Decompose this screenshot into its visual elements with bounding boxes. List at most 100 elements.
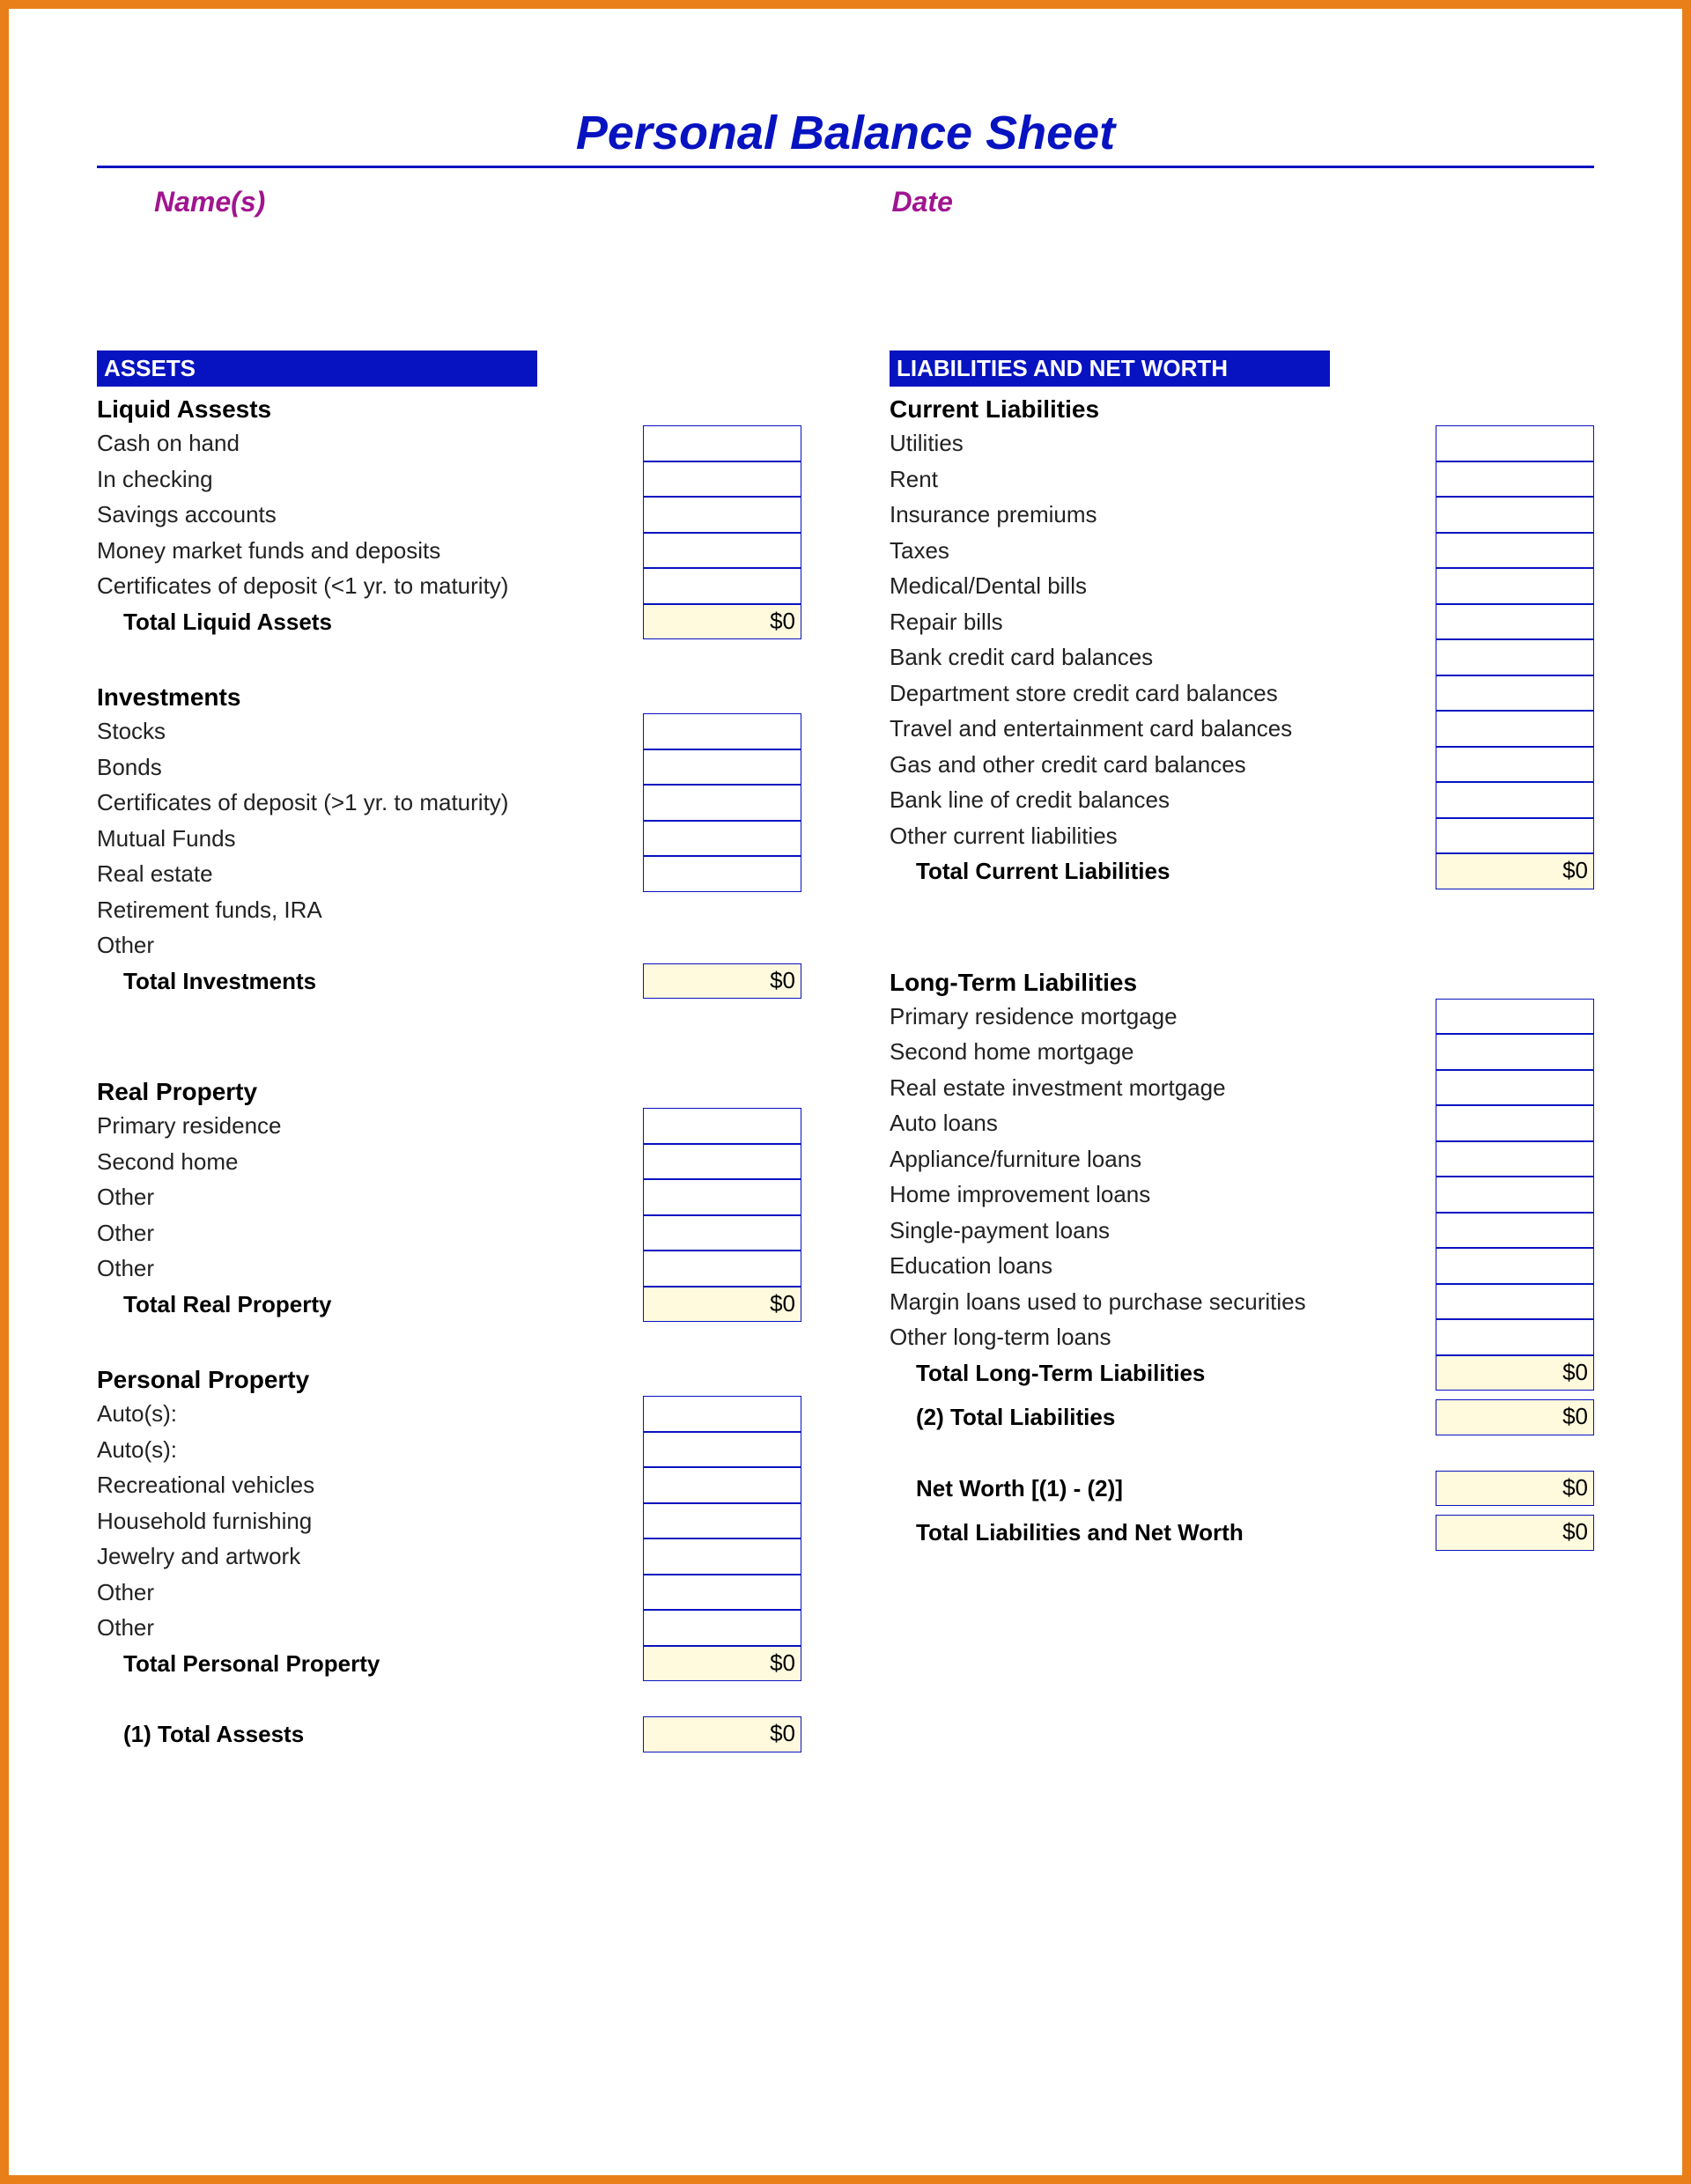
total-row: Total Liquid Assets$0 xyxy=(97,604,801,640)
amount-input[interactable] xyxy=(643,1179,801,1215)
total-lnw-label: Total Liabilities and Net Worth xyxy=(890,1515,1436,1551)
total-row: Total Personal Property$0 xyxy=(97,1646,801,1682)
item-label: Other xyxy=(97,1179,643,1215)
item-label: Travel and entertainment card balances xyxy=(890,711,1436,747)
amount-input[interactable] xyxy=(1436,818,1594,854)
list-item: Money market funds and deposits xyxy=(97,533,801,569)
amount-input[interactable] xyxy=(643,1610,801,1646)
amount-input[interactable] xyxy=(1436,639,1594,675)
list-item: Savings accounts xyxy=(97,497,801,533)
amount-input[interactable] xyxy=(643,461,801,498)
investments-title: Investments xyxy=(97,683,801,712)
amount-input[interactable] xyxy=(1436,568,1594,604)
amount-input[interactable] xyxy=(643,821,801,857)
amount-input[interactable] xyxy=(1436,425,1594,461)
amount-input[interactable] xyxy=(643,1396,801,1432)
item-label: Other long-term loans xyxy=(890,1319,1436,1355)
amount-input[interactable] xyxy=(1436,1070,1594,1106)
amount-input[interactable] xyxy=(643,1538,801,1575)
amount-input[interactable] xyxy=(1436,1177,1594,1213)
amount-input[interactable] xyxy=(643,533,801,569)
amount-input[interactable] xyxy=(1436,604,1594,640)
amount-input[interactable] xyxy=(1436,711,1594,747)
amount-input[interactable] xyxy=(643,1503,801,1539)
total-value: $0 xyxy=(643,1287,801,1323)
amount-input[interactable] xyxy=(1436,1319,1594,1355)
item-label: Second home mortgage xyxy=(890,1034,1436,1070)
list-item: Bank line of credit balances xyxy=(890,782,1594,818)
total-row: Total Long-Term Liabilities$0 xyxy=(890,1355,1594,1391)
total-value: $0 xyxy=(1436,853,1594,889)
amount-input[interactable] xyxy=(1436,1213,1594,1249)
amount-input[interactable] xyxy=(1436,999,1594,1035)
current-liabilities-title: Current Liabilities xyxy=(890,395,1594,424)
item-label: Household furnishing xyxy=(97,1503,643,1539)
amount-input[interactable] xyxy=(1436,1141,1594,1177)
item-label: Bonds xyxy=(97,749,643,786)
list-item: Gas and other credit card balances xyxy=(890,747,1594,783)
list-item: Other xyxy=(97,1215,801,1251)
amount-input[interactable] xyxy=(643,1251,801,1287)
item-label: Other xyxy=(97,1215,643,1251)
total-row: Total Investments$0 xyxy=(97,963,801,1000)
list-item: Primary residence mortgage xyxy=(890,999,1594,1035)
amount-input[interactable] xyxy=(643,497,801,533)
total-liabilities-row: (2) Total Liabilities$0 xyxy=(890,1399,1594,1435)
assets-banner: ASSETS xyxy=(97,350,537,387)
amount-input[interactable] xyxy=(643,1575,801,1611)
list-item: Appliance/furniture loans xyxy=(890,1141,1594,1177)
list-item: Single-payment loans xyxy=(890,1213,1594,1249)
total-liabilities-label: (2) Total Liabilities xyxy=(890,1399,1436,1435)
total-value: $0 xyxy=(643,604,801,640)
total-row: Total Current Liabilities$0 xyxy=(890,853,1594,889)
list-item: Insurance premiums xyxy=(890,497,1594,533)
item-label: Retirement funds, IRA xyxy=(97,892,643,928)
amount-input[interactable] xyxy=(643,856,801,892)
amount-input[interactable] xyxy=(643,1215,801,1251)
amount-input[interactable] xyxy=(643,749,801,786)
amount-input[interactable] xyxy=(643,1467,801,1503)
total-label: Total Personal Property xyxy=(97,1646,643,1682)
list-item: Auto(s): xyxy=(97,1396,801,1432)
list-item: Margin loans used to purchase securities xyxy=(890,1284,1594,1320)
amount-input[interactable] xyxy=(643,568,801,604)
item-label: Other current liabilities xyxy=(890,818,1436,854)
amount-input[interactable] xyxy=(1436,461,1594,498)
total-row: Total Real Property$0 xyxy=(97,1287,801,1323)
amount-input[interactable] xyxy=(643,1432,801,1468)
item-label: Insurance premiums xyxy=(890,497,1436,533)
list-item: Other xyxy=(97,927,801,963)
columns: ASSETS Liquid Assests Cash on hand In ch… xyxy=(97,350,1594,1752)
amount-input[interactable] xyxy=(1436,675,1594,712)
item-label: Department store credit card balances xyxy=(890,675,1436,712)
total-label: Total Current Liabilities xyxy=(890,853,1436,889)
item-label: In checking xyxy=(97,461,643,498)
amount-input[interactable] xyxy=(1436,782,1594,818)
total-label: Total Liquid Assets xyxy=(97,604,643,640)
list-item: Travel and entertainment card balances xyxy=(890,711,1594,747)
list-item: Repair bills xyxy=(890,604,1594,640)
list-item: In checking xyxy=(97,461,801,498)
amount-input[interactable] xyxy=(643,425,801,461)
amount-input[interactable] xyxy=(1436,1034,1594,1070)
amount-input[interactable] xyxy=(643,1144,801,1180)
item-label: Education loans xyxy=(890,1248,1436,1284)
amount-input[interactable] xyxy=(643,1108,801,1144)
date-label: Date xyxy=(892,186,953,218)
item-label: Taxes xyxy=(890,533,1436,569)
amount-input[interactable] xyxy=(1436,1248,1594,1284)
amount-input[interactable] xyxy=(643,713,801,749)
item-label: Gas and other credit card balances xyxy=(890,747,1436,783)
amount-input[interactable] xyxy=(1436,497,1594,533)
amount-input[interactable] xyxy=(1436,1105,1594,1141)
item-label: Primary residence xyxy=(97,1108,643,1144)
amount-input[interactable] xyxy=(1436,1284,1594,1320)
list-item: Real estate investment mortgage xyxy=(890,1070,1594,1106)
item-label: Other xyxy=(97,1610,643,1646)
amount-input[interactable] xyxy=(1436,533,1594,569)
list-item: Department store credit card balances xyxy=(890,675,1594,712)
item-label: Medical/Dental bills xyxy=(890,568,1436,604)
amount-input[interactable] xyxy=(1436,747,1594,783)
amount-input[interactable] xyxy=(643,785,801,821)
list-item: Second home mortgage xyxy=(890,1034,1594,1070)
